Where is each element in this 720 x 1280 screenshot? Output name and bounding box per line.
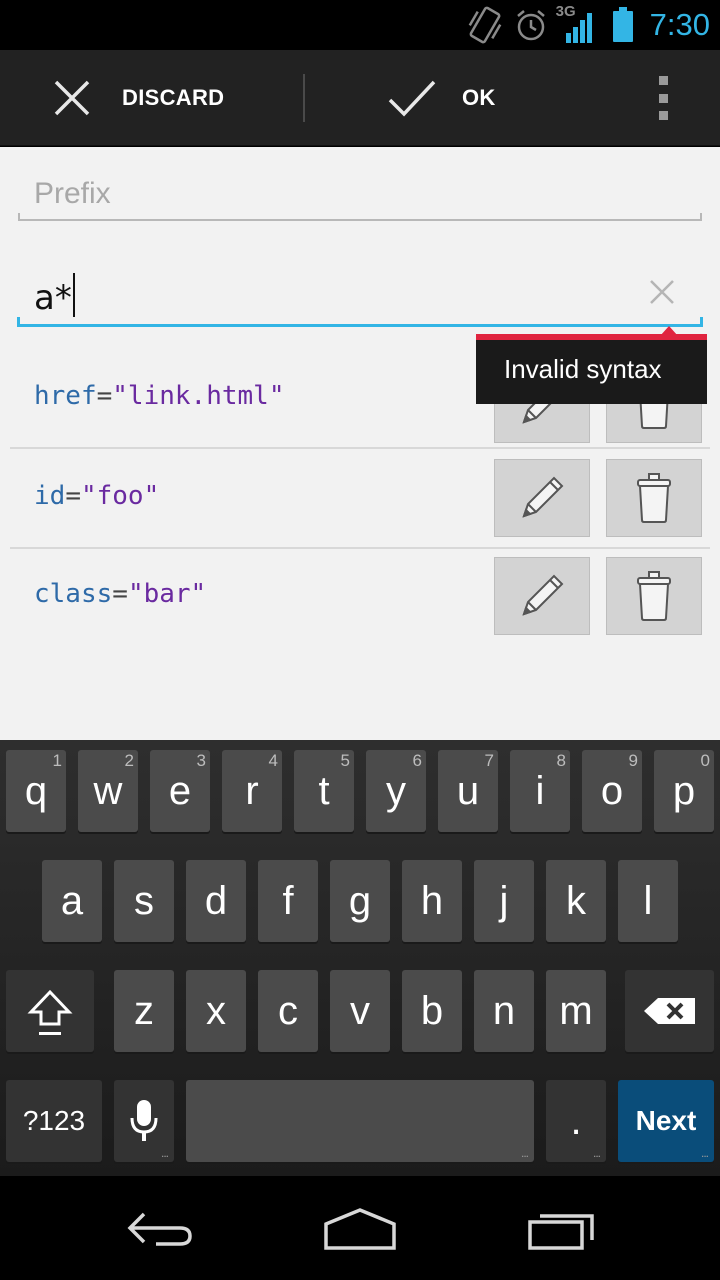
microphone-icon — [130, 1100, 158, 1141]
key-r[interactable]: r4 — [222, 750, 282, 832]
prefix-field[interactable]: Prefix — [18, 167, 702, 221]
value-input[interactable]: a* — [17, 263, 703, 327]
value-underline — [17, 317, 703, 327]
backspace-key[interactable] — [625, 970, 714, 1052]
alarm-icon — [516, 10, 545, 41]
vibrate-icon — [468, 6, 501, 44]
screen: 3G 7:30 DISCARD OK Prefix a* href="link.… — [0, 0, 720, 1280]
backspace-icon — [643, 998, 695, 1024]
attribute-row: class="bar" — [10, 549, 710, 647]
key-c[interactable]: c — [258, 970, 318, 1052]
key-s[interactable]: s — [114, 860, 174, 942]
key-e[interactable]: e3 — [150, 750, 210, 832]
home-icon[interactable] — [322, 1206, 398, 1250]
attribute-text: href="link.html" — [34, 381, 285, 411]
key-i[interactable]: i8 — [510, 750, 570, 832]
error-message: Invalid syntax — [504, 354, 662, 384]
signal-icon: 3G — [556, 3, 600, 45]
trash-icon — [637, 571, 671, 621]
edit-attribute-button[interactable] — [494, 557, 590, 635]
key-t[interactable]: t5 — [294, 750, 354, 832]
prefix-placeholder: Prefix — [34, 177, 111, 210]
microphone-key[interactable]: ... — [114, 1080, 174, 1162]
key-l[interactable]: l — [618, 860, 678, 942]
navigation-bar — [0, 1176, 720, 1280]
key-v[interactable]: v — [330, 970, 390, 1052]
key-o[interactable]: o9 — [582, 750, 642, 832]
soft-keyboard: q1 w2 e3 r4 t5 y6 u7 i8 o9 p0 a s d f g … — [0, 740, 720, 1176]
spacebar-key[interactable]: ... — [186, 1080, 534, 1162]
key-d[interactable]: d — [186, 860, 246, 942]
key-f[interactable]: f — [258, 860, 318, 942]
action-bar: DISCARD OK — [0, 50, 720, 146]
edit-attribute-button[interactable] — [494, 459, 590, 537]
editor-content: Prefix a* href="link.html" id="foo" clas… — [0, 147, 720, 740]
recent-apps-icon[interactable] — [526, 1206, 598, 1250]
trash-icon — [637, 473, 671, 523]
overflow-menu-icon[interactable] — [648, 76, 678, 120]
shift-key[interactable] — [6, 970, 94, 1052]
key-n[interactable]: n — [474, 970, 534, 1052]
next-key[interactable]: Next... — [618, 1080, 714, 1162]
shift-icon — [27, 989, 73, 1035]
key-x[interactable]: x — [186, 970, 246, 1052]
key-m[interactable]: m — [546, 970, 606, 1052]
clock: 7:30 — [649, 7, 710, 42]
key-u[interactable]: u7 — [438, 750, 498, 832]
period-key[interactable]: .... — [546, 1080, 606, 1162]
check-icon — [388, 80, 436, 117]
close-icon — [54, 80, 90, 116]
discard-button[interactable]: DISCARD — [52, 50, 224, 146]
status-bar: 3G 7:30 — [0, 0, 720, 50]
key-b[interactable]: b — [402, 970, 462, 1052]
ok-button[interactable]: OK — [386, 50, 496, 146]
key-q[interactable]: q1 — [6, 750, 66, 832]
delete-attribute-button[interactable] — [606, 557, 702, 635]
back-icon[interactable] — [126, 1206, 196, 1250]
value-text: a* — [34, 273, 75, 318]
text-cursor — [72, 273, 75, 317]
key-j[interactable]: j — [474, 860, 534, 942]
key-h[interactable]: h — [402, 860, 462, 942]
key-z[interactable]: z — [114, 970, 174, 1052]
clear-text-icon[interactable] — [647, 277, 677, 307]
prefix-underline — [18, 213, 702, 221]
attribute-text: id="foo" — [34, 481, 160, 511]
symbols-key[interactable]: ?123 — [6, 1080, 102, 1162]
battery-icon — [612, 7, 633, 42]
attribute-text: class="bar" — [34, 579, 207, 609]
key-w[interactable]: w2 — [78, 750, 138, 832]
action-bar-divider — [303, 74, 305, 122]
error-tooltip: Invalid syntax — [476, 334, 707, 404]
pencil-icon — [522, 574, 564, 616]
discard-label: DISCARD — [122, 85, 225, 110]
attribute-row: id="foo" — [10, 451, 710, 549]
key-a[interactable]: a — [42, 860, 102, 942]
key-y[interactable]: y6 — [366, 750, 426, 832]
key-p[interactable]: p0 — [654, 750, 714, 832]
key-k[interactable]: k — [546, 860, 606, 942]
ok-label: OK — [462, 85, 496, 110]
delete-attribute-button[interactable] — [606, 459, 702, 537]
key-g[interactable]: g — [330, 860, 390, 942]
pencil-icon — [522, 476, 564, 518]
